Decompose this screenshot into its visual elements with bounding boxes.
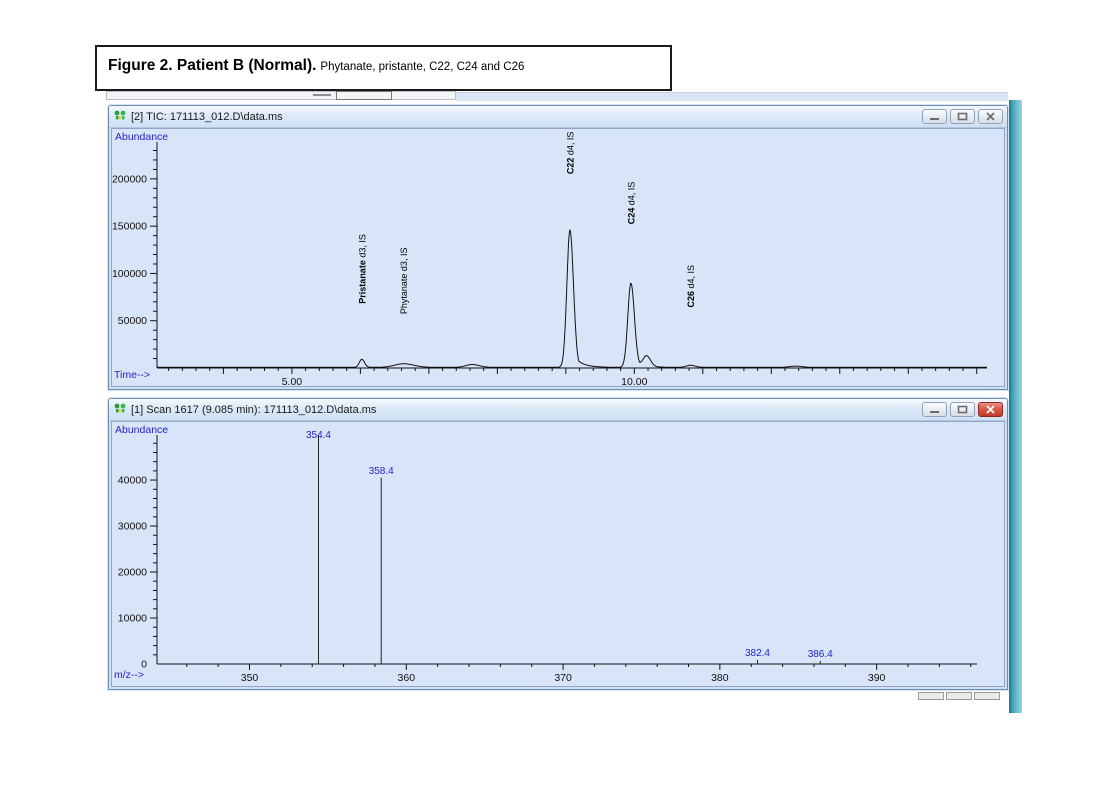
- tic-titlebar[interactable]: [2] TIC: 171113_012.D\data.ms: [109, 106, 1007, 128]
- tic-window: [2] TIC: 171113_012.D\data.ms Abundance …: [108, 105, 1008, 390]
- chart-trace: [157, 229, 987, 368]
- y-tick-label: 10000: [118, 613, 147, 625]
- tic-y-axis-title: Abundance: [115, 131, 169, 143]
- peak-label: C26 d4, IS: [686, 265, 696, 308]
- spectrum-y-axis-title: Abundance: [115, 424, 169, 436]
- document-page: Figure 2. Patient B (Normal). Phytanate, …: [0, 0, 1120, 787]
- figure-caption-subtitle: Phytanate, pristante, C22, C24 and C26: [320, 61, 525, 73]
- maximize-button[interactable]: [950, 402, 975, 417]
- chromatogram-window-icon: [113, 108, 127, 126]
- y-tick-label: 100000: [112, 268, 147, 280]
- y-tick-label: 150000: [112, 221, 147, 233]
- maximize-button[interactable]: [950, 109, 975, 124]
- tic-x-axis-title: Time-->: [114, 369, 151, 381]
- spectrum-window: [1] Scan 1617 (9.085 min): 171113_012.D\…: [108, 398, 1008, 690]
- peak-label: C24 d4, IS: [626, 182, 636, 225]
- minimize-button[interactable]: [922, 402, 947, 417]
- y-tick-label: 40000: [118, 475, 147, 487]
- spectrum-window-title: [1] Scan 1617 (9.085 min): 171113_012.D\…: [131, 403, 377, 416]
- close-icon[interactable]: [978, 109, 1003, 124]
- minimize-button[interactable]: [922, 109, 947, 124]
- peak-label: Phytanate d3, IS: [399, 248, 409, 315]
- x-tick-label: 350: [241, 672, 259, 684]
- y-tick-label: 200000: [112, 173, 147, 185]
- figure-caption-box: Figure 2. Patient B (Normal). Phytanate, …: [95, 45, 672, 91]
- mass-stick-label: 386.4: [808, 649, 833, 660]
- x-tick-label: 10.00: [621, 376, 647, 387]
- window-fragment-button[interactable]: [946, 692, 972, 700]
- scrollbar-dash: [313, 94, 331, 96]
- spectrum-chart: 010000200003000040000350 360 370 380 390354.…: [118, 430, 977, 684]
- window-fragment-button[interactable]: [918, 692, 944, 700]
- spectrum-x-axis-title: m/z-->: [114, 669, 145, 681]
- mass-stick-label: 382.4: [745, 648, 770, 659]
- peak-label: C22 d4, IS: [565, 132, 575, 175]
- toolbar-fragment-right: [456, 92, 1008, 101]
- figure-caption-title: Figure 2. Patient B (Normal).: [108, 57, 317, 74]
- x-tick-label: 370: [554, 672, 572, 684]
- x-tick-label: 5.00: [282, 376, 303, 387]
- tic-chart: 50000 100000 150000 200000 5.00 10.00 Pristana…: [112, 132, 987, 387]
- scrollbar-thumb[interactable]: [336, 91, 392, 100]
- close-icon[interactable]: [978, 402, 1003, 417]
- spectrum-plot-area[interactable]: Abundance m/z--> 0 10000 20000 30000 40000 35…: [111, 421, 1005, 687]
- tic-window-title: [2] TIC: 171113_012.D\data.ms: [131, 110, 283, 123]
- y-tick-label: 20000: [118, 567, 147, 579]
- spectrum-titlebar[interactable]: [1] Scan 1617 (9.085 min): 171113_012.D\…: [109, 399, 1007, 421]
- peak-label: Pristanate d3, IS: [357, 234, 367, 304]
- y-tick-label: 30000: [118, 521, 147, 533]
- mass-stick-label: 358.4: [369, 466, 394, 477]
- mass-stick-label: 354.4: [306, 430, 331, 441]
- toolbar-fragment: [106, 91, 456, 100]
- app-background-strip: [1009, 100, 1022, 713]
- y-tick-label: 50000: [118, 315, 147, 327]
- x-tick-label: 390: [868, 672, 886, 684]
- x-tick-label: 380: [711, 672, 729, 684]
- x-tick-label: 360: [398, 672, 416, 684]
- tic-plot-area[interactable]: Abundance Time--> 50000 100000 150000 20000…: [111, 128, 1005, 387]
- spectrum-window-icon: [113, 401, 127, 419]
- window-fragment-button[interactable]: [974, 692, 1000, 700]
